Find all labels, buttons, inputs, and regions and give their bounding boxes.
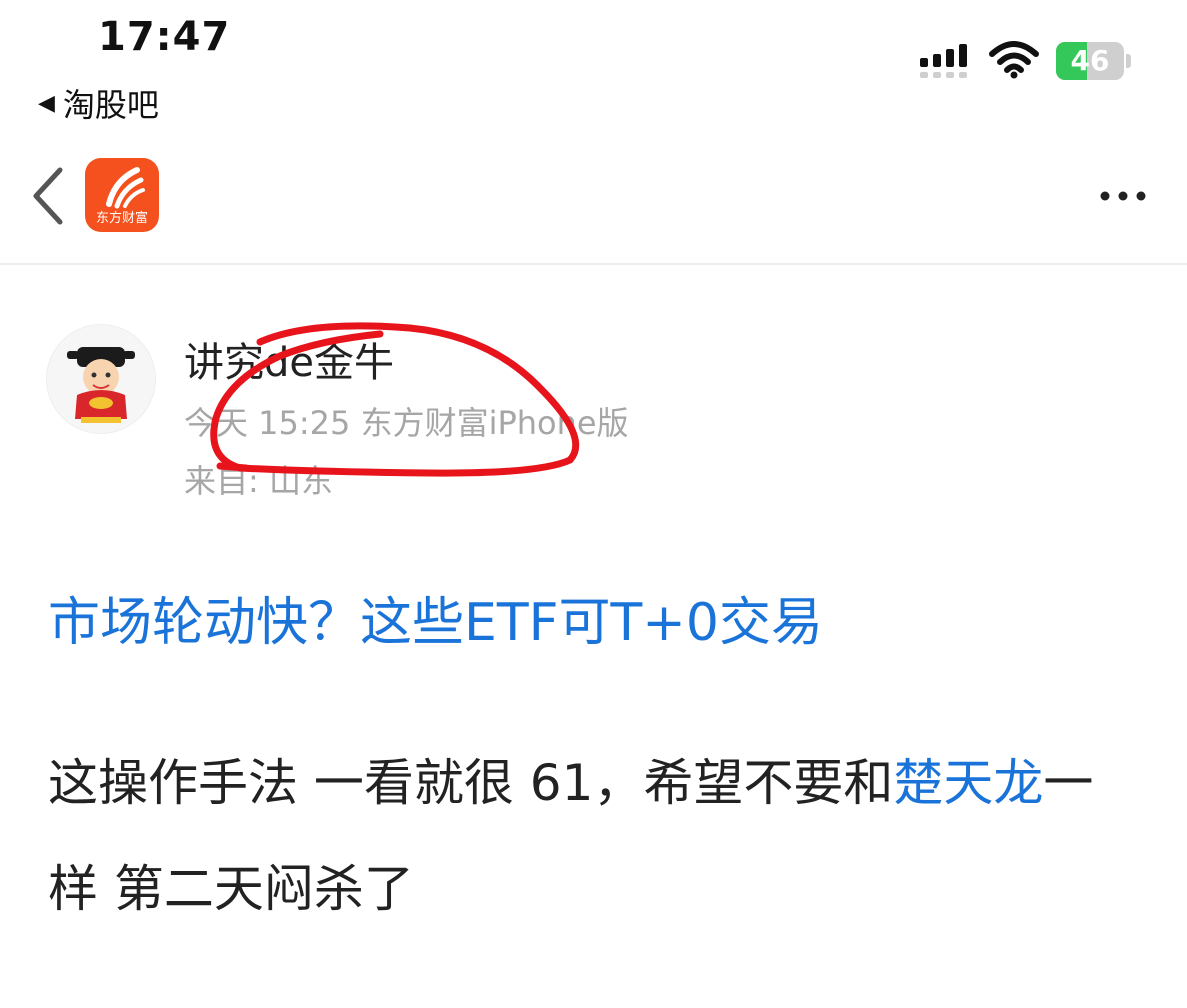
app-logo[interactable]: 东方财富 bbox=[85, 158, 159, 232]
back-triangle-icon: ◀ bbox=[38, 90, 55, 116]
post-body-text-1: 这操作手法 一看就很 61，希望不要和 bbox=[48, 754, 894, 812]
stock-link[interactable]: 楚天龙 bbox=[893, 754, 1043, 812]
battery-indicator: 46 bbox=[1056, 42, 1132, 80]
post-title-link[interactable]: 市场轮动快？这些ETF可T+0交易 bbox=[48, 580, 823, 655]
caishen-avatar-icon bbox=[67, 347, 135, 423]
post-body: 这操作手法 一看就很 61，希望不要和楚天龙一样 第二天闷杀了 bbox=[48, 730, 1138, 942]
app-logo-text: 东方财富 bbox=[95, 211, 148, 226]
wifi-icon bbox=[989, 41, 1039, 79]
status-time: 17:47 bbox=[98, 14, 231, 60]
back-to-app-button[interactable]: ◀ 淘股吧 bbox=[38, 80, 159, 126]
red-annotation-circle bbox=[210, 322, 580, 477]
chevron-left-icon[interactable] bbox=[30, 166, 70, 226]
back-app-label: 淘股吧 bbox=[62, 86, 159, 124]
cellular-signal-icon bbox=[920, 44, 967, 78]
battery-label: 46 bbox=[1070, 44, 1110, 77]
header-divider bbox=[0, 263, 1187, 265]
author-avatar[interactable] bbox=[46, 324, 156, 434]
more-horizontal-icon[interactable] bbox=[1098, 186, 1148, 206]
